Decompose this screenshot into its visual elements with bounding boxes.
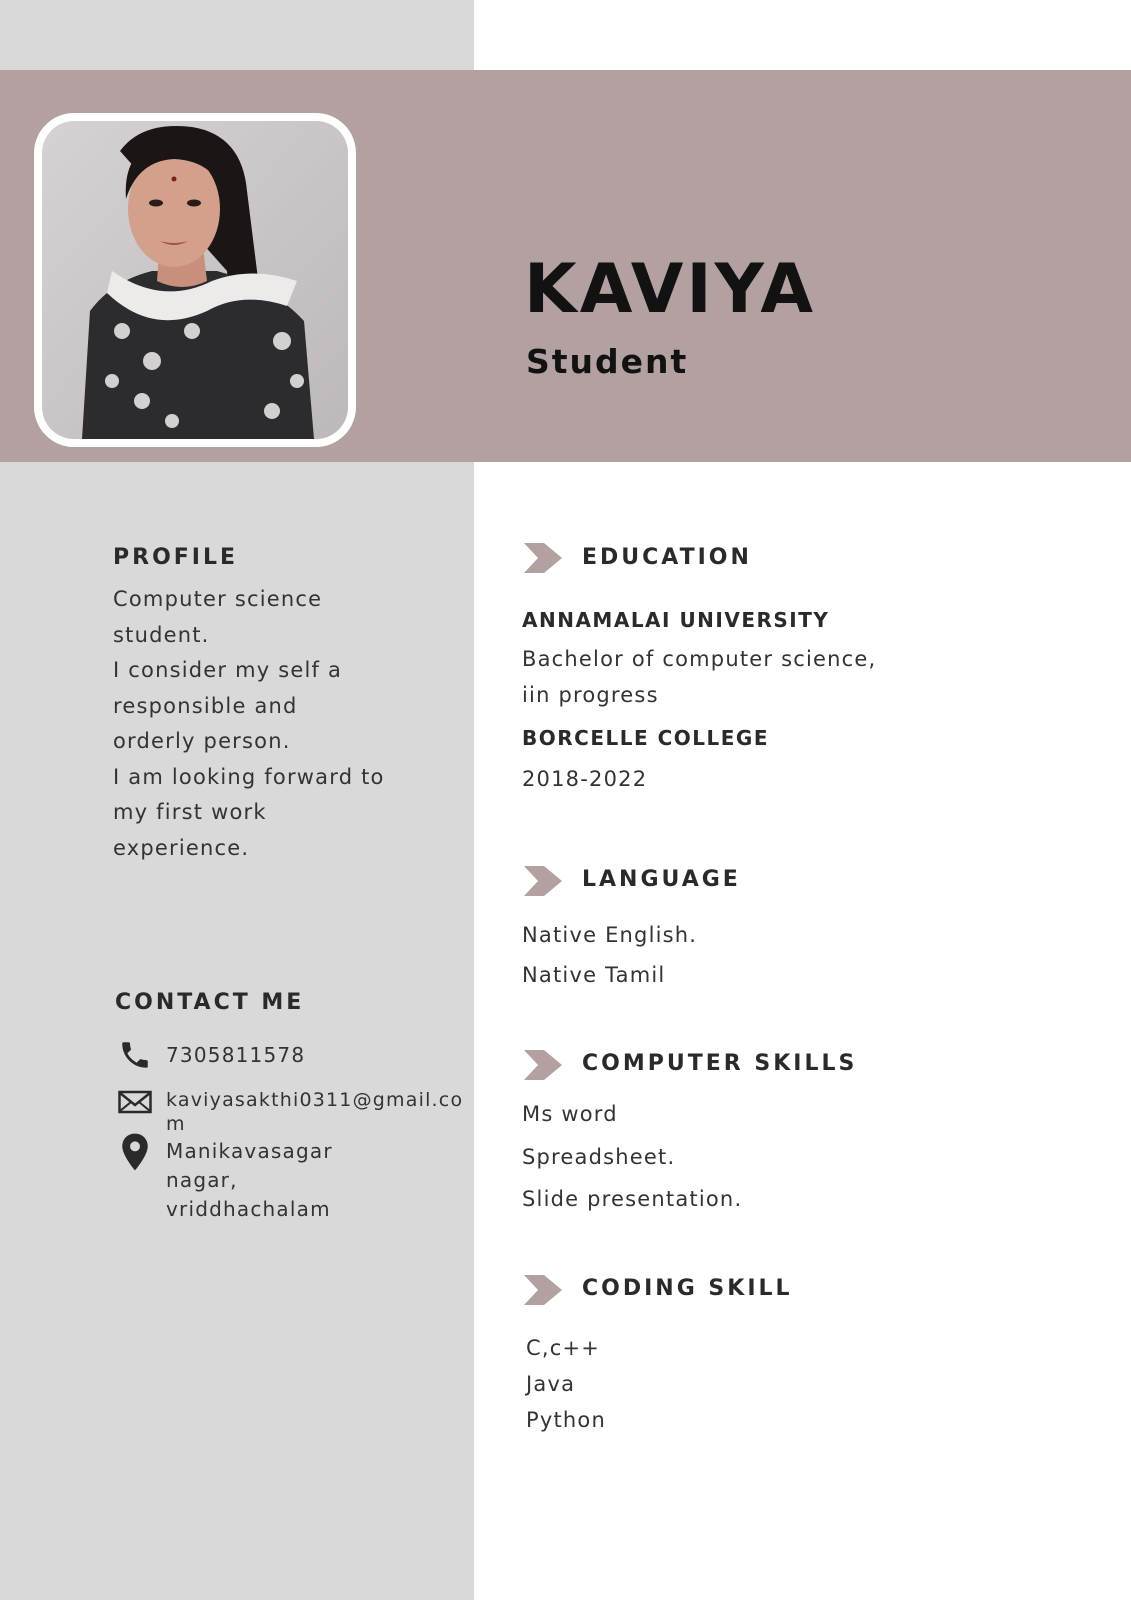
education-heading: EDUCATION <box>582 545 752 570</box>
computer-skill-item: Spreadsheet. <box>522 1145 676 1169</box>
contact-heading: CONTACT ME <box>115 990 305 1015</box>
contact-email-line: m <box>166 1113 186 1135</box>
chevron-right-icon <box>524 1275 562 1305</box>
profile-photo-frame <box>34 113 356 447</box>
education-degree-line: Bachelor of computer science, <box>522 647 877 671</box>
profile-line: I consider my self a <box>113 658 343 682</box>
contact-address-line: nagar, <box>166 1168 238 1192</box>
profile-line: orderly person. <box>113 729 291 753</box>
chevron-right-icon <box>524 1050 562 1080</box>
computer-skill-item: Slide presentation. <box>522 1187 743 1211</box>
profile-line: experience. <box>113 835 250 860</box>
profile-line: I am looking forward to <box>113 764 385 789</box>
computer-skill-item: Ms word <box>522 1102 618 1126</box>
profile-text: Computer science student. I consider my … <box>113 582 443 866</box>
contact-email: kaviyasakthi0311@gmail.co m <box>166 1088 463 1136</box>
location-pin-icon <box>122 1133 148 1171</box>
language-item: Native English. <box>522 923 698 947</box>
coding-skill-item: C,c++ <box>526 1336 601 1360</box>
education-school-2: BORCELLE COLLEGE <box>522 726 770 750</box>
contact-address-line: vriddhachalam <box>166 1197 331 1221</box>
profile-heading: PROFILE <box>113 545 239 570</box>
coding-skill-heading: CODING SKILL <box>582 1276 793 1301</box>
contact-phone: 7305811578 <box>166 1043 306 1067</box>
candidate-name: KAVIYA <box>524 250 816 329</box>
language-heading: LANGUAGE <box>582 867 741 892</box>
profile-line: responsible and <box>113 693 298 718</box>
coding-skill-item: Python <box>526 1408 606 1432</box>
contact-address: Manikavasagar nagar, vriddhachalam <box>166 1137 333 1224</box>
profile-photo <box>42 121 348 439</box>
profile-line: my first work <box>113 800 267 824</box>
profile-line: Computer science <box>113 587 323 611</box>
education-school-1: ANNAMALAI UNIVERSITY <box>522 608 830 632</box>
education-degree-line: iin progress <box>522 683 659 707</box>
phone-icon <box>122 1042 148 1068</box>
chevron-right-icon <box>524 543 562 573</box>
contact-email-line: kaviyasakthi0311@gmail.co <box>166 1089 464 1111</box>
profile-line: student. <box>113 622 210 647</box>
contact-address-line: Manikavasagar <box>166 1139 333 1163</box>
computer-skills-heading: COMPUTER SKILLS <box>582 1051 858 1076</box>
candidate-role: Student <box>526 342 689 381</box>
email-icon <box>118 1090 152 1114</box>
language-item: Native Tamil <box>522 963 666 987</box>
education-years: 2018-2022 <box>522 767 648 791</box>
coding-skill-item: Java <box>526 1372 576 1396</box>
chevron-right-icon <box>524 866 562 896</box>
